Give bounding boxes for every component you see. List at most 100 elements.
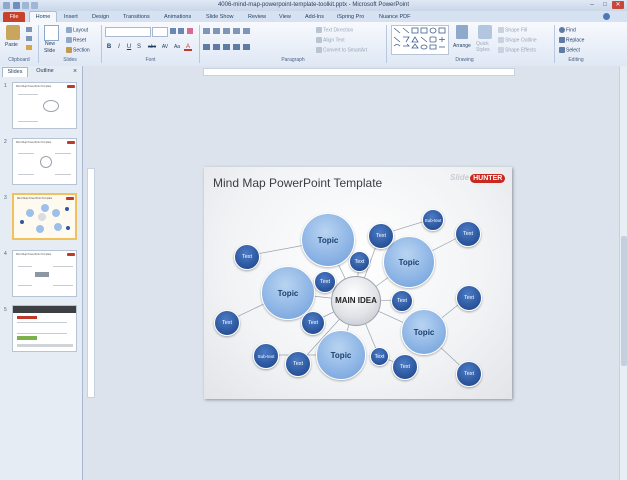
text-node[interactable]: Text xyxy=(455,221,481,247)
close-pane-icon[interactable]: × xyxy=(73,67,77,76)
text-node[interactable]: Text xyxy=(391,290,413,312)
tab-slide-show[interactable]: Slide Show xyxy=(206,12,234,22)
arrange-icon[interactable] xyxy=(456,25,468,39)
new-slide-icon[interactable] xyxy=(44,25,59,41)
tab-review[interactable]: Review xyxy=(248,12,266,22)
text-node[interactable]: Text xyxy=(456,285,482,311)
find-button[interactable]: Find xyxy=(559,27,576,33)
justify-icon[interactable] xyxy=(233,44,240,50)
align-left-icon[interactable] xyxy=(203,44,210,50)
align-right-icon[interactable] xyxy=(223,44,230,50)
clear-formatting-icon[interactable] xyxy=(187,28,193,34)
tab-ispring-pro[interactable]: iSpring Pro xyxy=(337,12,364,22)
change-case-button[interactable]: Aa xyxy=(172,43,182,51)
replace-button[interactable]: Replace xyxy=(559,37,584,43)
new-slide-button-line2[interactable]: Slide xyxy=(44,48,55,54)
thumbnail-text-lines xyxy=(18,94,38,122)
thumbnail-shape xyxy=(36,225,44,233)
align-center-icon[interactable] xyxy=(213,44,220,50)
minimize-button[interactable]: – xyxy=(586,1,598,9)
drawing-group-label: Drawing xyxy=(455,57,474,63)
main-idea-node[interactable]: MAIN IDEA xyxy=(331,276,381,326)
text-node[interactable]: Text xyxy=(349,251,370,272)
maximize-button[interactable]: □ xyxy=(599,1,611,9)
shrink-font-icon[interactable] xyxy=(178,28,184,34)
bold-button[interactable]: B xyxy=(105,43,113,51)
align-text-button[interactable]: Align Text xyxy=(316,37,345,43)
text-node[interactable]: Text xyxy=(368,223,394,249)
tab-add-ins[interactable]: Add-Ins xyxy=(305,12,324,22)
subtext-node[interactable]: Sub-text xyxy=(422,209,444,231)
vertical-scrollbar[interactable] xyxy=(619,66,627,480)
tab-slides[interactable]: Slides xyxy=(2,67,28,77)
shape-fill-button[interactable]: Shape Fill xyxy=(498,27,527,33)
strikethrough-button[interactable]: abc xyxy=(146,43,158,51)
subtext-node[interactable]: Sub-text xyxy=(253,343,279,369)
convert-to-smartart-button[interactable]: Convert to SmartArt xyxy=(316,47,367,53)
align-text-icon xyxy=(316,37,322,43)
topic-node[interactable]: Topic xyxy=(316,330,366,380)
increase-indent-icon[interactable] xyxy=(233,28,240,34)
font-size-dropdown[interactable] xyxy=(152,27,168,37)
character-spacing-button[interactable]: AV xyxy=(160,43,170,51)
quick-styles-button[interactable]: Quick Styles xyxy=(476,41,494,53)
scrollbar-thumb[interactable] xyxy=(621,236,627,366)
arrange-button[interactable]: Arrange xyxy=(453,43,471,49)
italic-button[interactable]: I xyxy=(115,43,123,51)
tab-view[interactable]: View xyxy=(279,12,291,22)
text-node[interactable]: Text xyxy=(214,310,240,336)
line-spacing-icon[interactable] xyxy=(243,28,250,34)
tab-outline[interactable]: Outline xyxy=(30,67,60,76)
shadow-button[interactable]: S xyxy=(135,43,143,51)
format-painter-icon[interactable] xyxy=(26,45,32,50)
numbering-icon[interactable] xyxy=(213,28,220,34)
close-button[interactable]: ✕ xyxy=(612,1,624,9)
font-name-dropdown[interactable] xyxy=(105,27,151,37)
current-slide[interactable]: Mind Map PowerPoint Template Slide HUNTER xyxy=(204,167,512,399)
tab-design[interactable]: Design xyxy=(92,12,109,22)
tab-transitions[interactable]: Transitions xyxy=(123,12,150,22)
help-icon[interactable] xyxy=(603,13,610,20)
slide-thumbnail-2[interactable]: Mind Map PowerPoint Template xyxy=(12,138,77,185)
slide-thumbnail-5[interactable] xyxy=(12,305,77,352)
shape-outline-button[interactable]: Shape Outline xyxy=(498,37,537,43)
grow-font-icon[interactable] xyxy=(170,28,176,34)
text-direction-button[interactable]: Text Direction xyxy=(316,27,353,33)
thumbnail-header-bar xyxy=(13,306,76,313)
tab-insert[interactable]: Insert xyxy=(64,12,78,22)
underline-button[interactable]: U xyxy=(125,43,133,51)
text-node[interactable]: Text xyxy=(370,347,389,366)
topic-node[interactable]: Topic xyxy=(401,309,447,355)
paste-button[interactable]: Paste xyxy=(5,42,18,48)
slide-thumbnail-1[interactable]: Mind Map PowerPoint Template xyxy=(12,82,77,129)
copy-icon[interactable] xyxy=(26,36,32,41)
decrease-indent-icon[interactable] xyxy=(223,28,230,34)
text-node[interactable]: Text xyxy=(234,244,260,270)
quick-styles-icon[interactable] xyxy=(478,25,492,39)
text-node[interactable]: Text xyxy=(301,311,325,335)
shape-effects-button[interactable]: Shape Effects xyxy=(498,47,536,53)
paste-icon[interactable] xyxy=(6,25,20,40)
tab-nuance-pdf[interactable]: Nuance PDF xyxy=(379,12,411,22)
new-slide-button[interactable]: New xyxy=(45,41,55,47)
text-node[interactable]: Text xyxy=(314,271,336,293)
text-node[interactable]: Text xyxy=(392,354,418,380)
slide-thumbnail-3[interactable]: Mind Map PowerPoint Template xyxy=(12,193,77,240)
columns-icon[interactable] xyxy=(243,44,250,50)
topic-node[interactable]: Topic xyxy=(301,213,355,267)
slide-thumbnail-4[interactable]: Mind Map PowerPoint Template xyxy=(12,250,77,297)
section-button[interactable]: Section xyxy=(66,47,90,53)
cut-icon[interactable] xyxy=(26,27,32,32)
bullets-icon[interactable] xyxy=(203,28,210,34)
font-color-button[interactable]: A xyxy=(184,43,192,51)
text-node[interactable]: Text xyxy=(285,351,311,377)
layout-button[interactable]: Layout xyxy=(66,27,88,33)
thumbnail-shape xyxy=(38,213,46,221)
select-button[interactable]: Select xyxy=(559,47,580,53)
vertical-ruler xyxy=(87,168,95,398)
tab-animations[interactable]: Animations xyxy=(164,12,191,22)
tab-file[interactable]: File xyxy=(3,12,25,22)
shapes-gallery[interactable] xyxy=(391,25,449,55)
text-node[interactable]: Text xyxy=(456,361,482,387)
reset-button[interactable]: Reset xyxy=(66,37,86,43)
